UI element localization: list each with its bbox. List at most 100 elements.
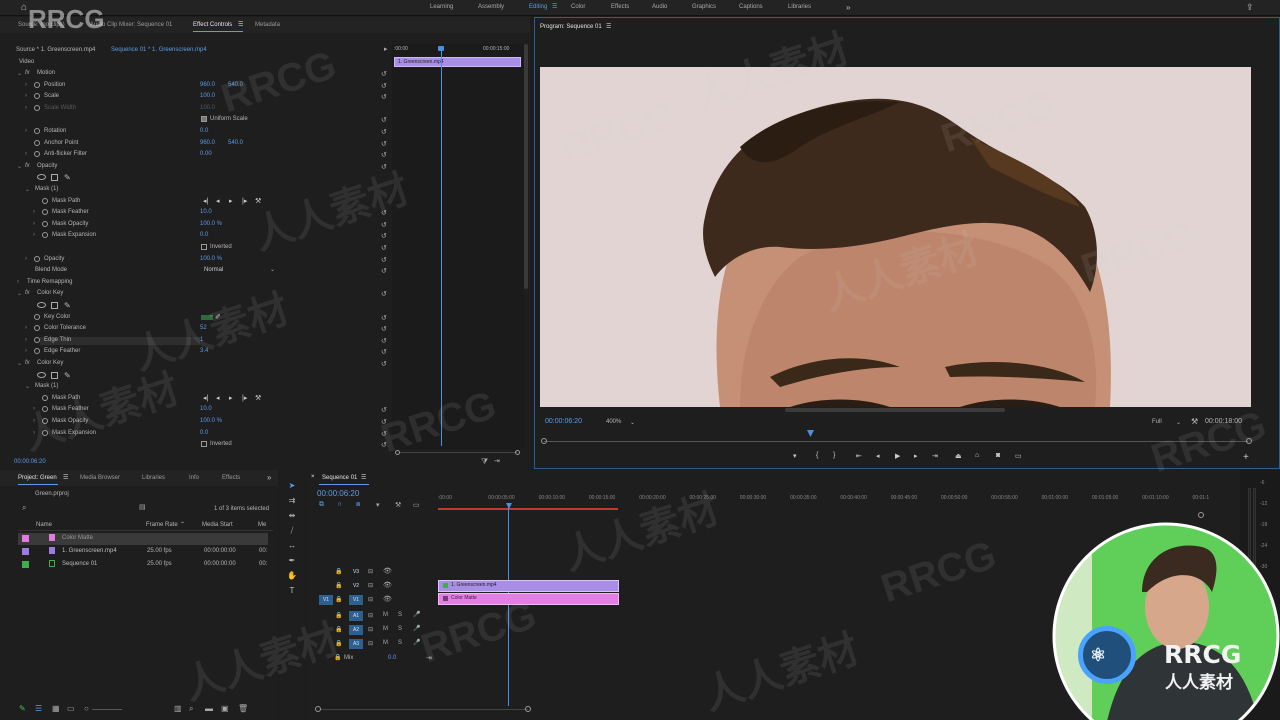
work-area-bar[interactable] — [438, 508, 618, 510]
stopwatch-icon[interactable] — [42, 429, 48, 436]
nest-icon[interactable]: ⧉ — [319, 501, 324, 509]
program-scrub-bar[interactable] — [544, 441, 1248, 442]
label-color-chip[interactable] — [22, 548, 29, 555]
effect-value[interactable]: 100.0 % — [200, 256, 222, 262]
reset-icon[interactable]: ↺ — [381, 348, 387, 356]
playback-only-icon[interactable]: ⇥ — [494, 457, 500, 465]
go-to-in-icon[interactable]: ⇤ — [856, 452, 862, 460]
sync-lock-icon[interactable]: ⊟ — [368, 568, 373, 575]
reset-icon[interactable]: ↺ — [381, 209, 387, 217]
effect-value[interactable]: 100.0 — [200, 105, 215, 111]
stopwatch-icon[interactable] — [42, 394, 48, 401]
item-name[interactable]: 1. Greenscreen.mp4 — [62, 548, 117, 554]
more-tabs-icon[interactable]: » — [267, 473, 271, 482]
blend-mode-dropdown[interactable]: Normal — [204, 267, 276, 273]
tab-effects[interactable]: Effects — [222, 475, 240, 481]
sequence-clip-path[interactable]: Sequence 01 * 1. Greenscreen.mp4 — [111, 47, 207, 53]
mix-value[interactable]: 0.0 — [388, 655, 396, 661]
extract-icon[interactable]: ⌂ — [975, 452, 979, 459]
reset-icon[interactable]: ↺ — [381, 430, 387, 438]
scrub-handle-right[interactable] — [1246, 438, 1252, 444]
snap-icon[interactable]: ∩ — [337, 501, 342, 508]
razor-tool-icon[interactable]: ⧸ — [287, 526, 297, 536]
twirl-closed-icon[interactable]: › — [33, 406, 35, 412]
effect-value-2[interactable]: 540.0 — [228, 140, 243, 146]
reset-icon[interactable]: ↺ — [381, 290, 387, 298]
stopwatch-icon[interactable] — [42, 418, 48, 424]
item-name[interactable]: Color Matte — [62, 535, 93, 541]
reset-icon[interactable]: ↺ — [381, 151, 387, 159]
effect-value[interactable]: 0.00 — [200, 151, 212, 157]
track-name[interactable]: A3 — [349, 639, 363, 649]
col-media-end[interactable]: Me — [258, 522, 266, 528]
timeline-playhead-line[interactable] — [508, 506, 509, 706]
list-item[interactable]: 1. Greenscreen.mp4 25.00 fps 00:00:00:00 00… — [18, 546, 268, 558]
effects-scrollbar[interactable] — [524, 44, 528, 289]
workspace-graphics[interactable]: Graphics — [692, 4, 716, 10]
stopwatch-icon[interactable] — [34, 255, 40, 262]
linked-selection-icon[interactable]: ⧈ — [356, 501, 360, 509]
lock-icon[interactable]: 🔒 — [335, 640, 342, 647]
fx-toggle-icon[interactable]: fx — [25, 290, 30, 296]
mini-zoom-bar[interactable] — [399, 452, 517, 453]
mark-in-icon[interactable]: { — [816, 452, 818, 459]
quality-select[interactable]: Full — [1152, 419, 1162, 425]
workspace-color[interactable]: Color — [571, 4, 585, 10]
stopwatch-icon[interactable] — [34, 313, 40, 320]
reset-icon[interactable]: ↺ — [381, 70, 387, 78]
reset-icon[interactable]: ↺ — [381, 314, 387, 322]
step-forward-icon[interactable]: ▸ — [914, 452, 918, 460]
list-view-icon[interactable]: ☰ — [35, 704, 42, 713]
reset-icon[interactable]: ↺ — [381, 441, 387, 449]
new-bin-icon[interactable]: ▬ — [205, 704, 213, 713]
reset-icon[interactable]: ↺ — [381, 232, 387, 240]
effect-value[interactable]: 100.0 % — [200, 418, 222, 424]
project-menu-icon[interactable]: ☰ — [63, 474, 68, 481]
mini-clip[interactable]: 1. Greenscreen.mp4 — [394, 57, 521, 67]
mask-track-next-icon[interactable]: ▸ — [229, 394, 233, 402]
reset-icon[interactable]: ↺ — [381, 128, 387, 136]
tab-audio-clip-mixer[interactable]: Audio Clip Mixer: Sequence 01 — [90, 22, 172, 28]
list-item[interactable]: Sequence 01 25.00 fps 00:00:00:00 00: — [18, 559, 268, 571]
checkbox[interactable] — [201, 441, 207, 448]
twirl-closed-icon[interactable]: › — [33, 232, 35, 238]
fx-toggle-icon[interactable]: fx — [25, 163, 30, 169]
add-button-icon[interactable]: + — [1243, 452, 1249, 463]
search-icon[interactable]: ⌕ — [22, 503, 26, 513]
eye-icon[interactable]: 👁 — [383, 595, 392, 603]
workspace-editing[interactable]: Editing — [529, 4, 547, 10]
sync-lock-icon[interactable]: ⊟ — [368, 582, 373, 589]
go-to-out-icon[interactable]: ⇥ — [932, 452, 938, 460]
label-color-chip[interactable] — [22, 561, 29, 568]
timeline-zoom-handle-right[interactable] — [525, 706, 531, 712]
twirl-open-icon[interactable]: ⌄ — [17, 290, 22, 297]
twirl-closed-icon[interactable]: › — [25, 337, 27, 343]
effect-mini-timeline[interactable]: :00:00 00:00:15:00 1. Greenscreen.mp4 — [392, 44, 524, 449]
thumbnail-zoom-slider[interactable] — [92, 709, 122, 710]
type-tool-icon[interactable]: T — [287, 586, 297, 595]
tab-metadata[interactable]: Metadata — [255, 22, 280, 28]
mask-track-settings-icon[interactable]: ⚒ — [255, 394, 261, 402]
track-name[interactable]: A1 — [349, 611, 363, 621]
mic-icon[interactable]: 🎤 — [413, 639, 420, 646]
mini-zoom-handle-right[interactable] — [515, 450, 520, 455]
add-marker-icon[interactable]: ▾ — [793, 452, 797, 460]
rectangle-mask-icon[interactable] — [51, 302, 58, 309]
eyedropper-icon[interactable]: ✐ — [215, 313, 221, 321]
reset-icon[interactable]: ↺ — [381, 140, 387, 148]
mini-playhead[interactable] — [441, 46, 442, 446]
program-menu-icon[interactable]: ☰ — [606, 23, 611, 30]
tab-sequence[interactable]: Sequence 01 — [322, 475, 357, 481]
checkbox[interactable] — [201, 116, 207, 123]
twirl-closed-icon[interactable]: › — [33, 209, 35, 215]
twirl-closed-icon[interactable]: › — [25, 325, 27, 331]
stopwatch-icon[interactable] — [34, 139, 40, 146]
captions-icon[interactable]: ▭ — [413, 501, 420, 509]
mix-go-to-end-icon[interactable]: ⇥ — [426, 654, 432, 662]
track-select-tool-icon[interactable]: ⇉ — [287, 496, 297, 505]
effect-value[interactable]: 0.0 — [200, 430, 208, 436]
pen-mask-icon[interactable]: ✎ — [64, 371, 71, 380]
twirl-closed-icon[interactable]: › — [17, 279, 19, 285]
filter-icon[interactable]: ⧩ — [481, 457, 488, 467]
pen-mask-icon[interactable]: ✎ — [64, 173, 71, 182]
